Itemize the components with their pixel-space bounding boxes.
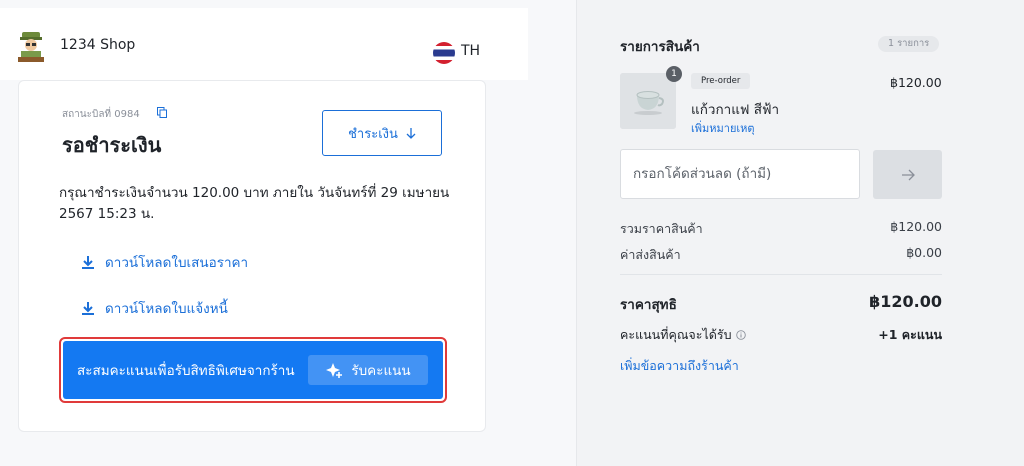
points-row: คะแนนที่คุณจะได้รับ: [620, 325, 746, 345]
status-title: รอชำระเงิน: [62, 133, 162, 157]
language-selector[interactable]: TH: [461, 43, 480, 59]
items-count-badge: 1 รายการ: [878, 36, 940, 52]
reward-banner[interactable]: สะสมคะแนนเพื่อรับสิทธิพิเศษจากร้าน รับคะ…: [63, 341, 443, 399]
sparkle-icon: [326, 363, 343, 378]
arrow-down-icon: [406, 128, 416, 139]
pay-button[interactable]: ชำระเงิน: [322, 110, 442, 156]
get-points-button[interactable]: รับคะแนน: [308, 355, 428, 385]
points-value: +1 คะแนน: [878, 327, 942, 342]
total-value: ฿120.00: [869, 292, 942, 311]
get-points-label: รับคะแนน: [351, 363, 411, 379]
total-label: ราคาสุทธิ: [620, 297, 677, 313]
copy-icon[interactable]: [157, 107, 167, 118]
add-message-link[interactable]: เพิ่มข้อความถึงร้านค้า: [620, 356, 739, 376]
shop-header: 1234 Shop TH: [0, 8, 528, 80]
shop-avatar-icon: [18, 32, 44, 62]
points-label: คะแนนที่คุณจะได้รับ: [620, 327, 732, 342]
coupon-input[interactable]: [620, 149, 860, 199]
download-quotation-link[interactable]: ดาวน์โหลดใบเสนอราคา: [81, 251, 248, 273]
download-invoice-label: ดาวน์โหลดใบแจ้งหนี้: [105, 301, 228, 317]
reward-text: สะสมคะแนนเพื่อรับสิทธิพิเศษจากร้าน: [77, 363, 295, 379]
subtotal-label: รวมราคาสินค้า: [620, 221, 703, 236]
shipping-label: ค่าส่งสินค้า: [620, 247, 681, 262]
add-note-link[interactable]: เพิ่มหมายเหตุ: [691, 119, 755, 137]
apply-coupon-button[interactable]: [873, 150, 942, 199]
info-icon[interactable]: [735, 330, 746, 340]
summary-divider: [620, 274, 942, 275]
product-price: ฿120.00: [890, 75, 942, 90]
bill-number: สถานะบิลที่ 0984: [62, 109, 140, 120]
product-name: แก้วกาแฟ สีฟ้า: [691, 102, 780, 118]
shop-name: 1234 Shop: [60, 37, 136, 53]
pay-button-label: ชำระเงิน: [348, 126, 398, 142]
shipping-value: ฿0.00: [906, 245, 942, 260]
download-icon: [82, 256, 94, 269]
items-title: รายการสินค้า: [620, 39, 700, 55]
bill-card: สถานะบิลที่ 0984 รอชำระเงิน ชำระเงิน กรุ…: [18, 80, 486, 432]
preorder-tag: Pre-order: [691, 73, 751, 89]
cup-image-icon: [620, 73, 676, 129]
download-icon: [82, 302, 94, 315]
download-invoice-link[interactable]: ดาวน์โหลดใบแจ้งหนี้: [81, 297, 228, 319]
arrow-right-icon: [901, 169, 915, 180]
thai-flag-icon[interactable]: [433, 42, 455, 64]
payment-instruction: กรุณาชำระเงินจำนวน 120.00 บาท ภายใน วันจ…: [59, 185, 450, 222]
subtotal-value: ฿120.00: [890, 219, 942, 234]
quantity-badge: 1: [666, 66, 682, 82]
product-image: [620, 73, 676, 129]
download-quotation-label: ดาวน์โหลดใบเสนอราคา: [105, 255, 249, 271]
